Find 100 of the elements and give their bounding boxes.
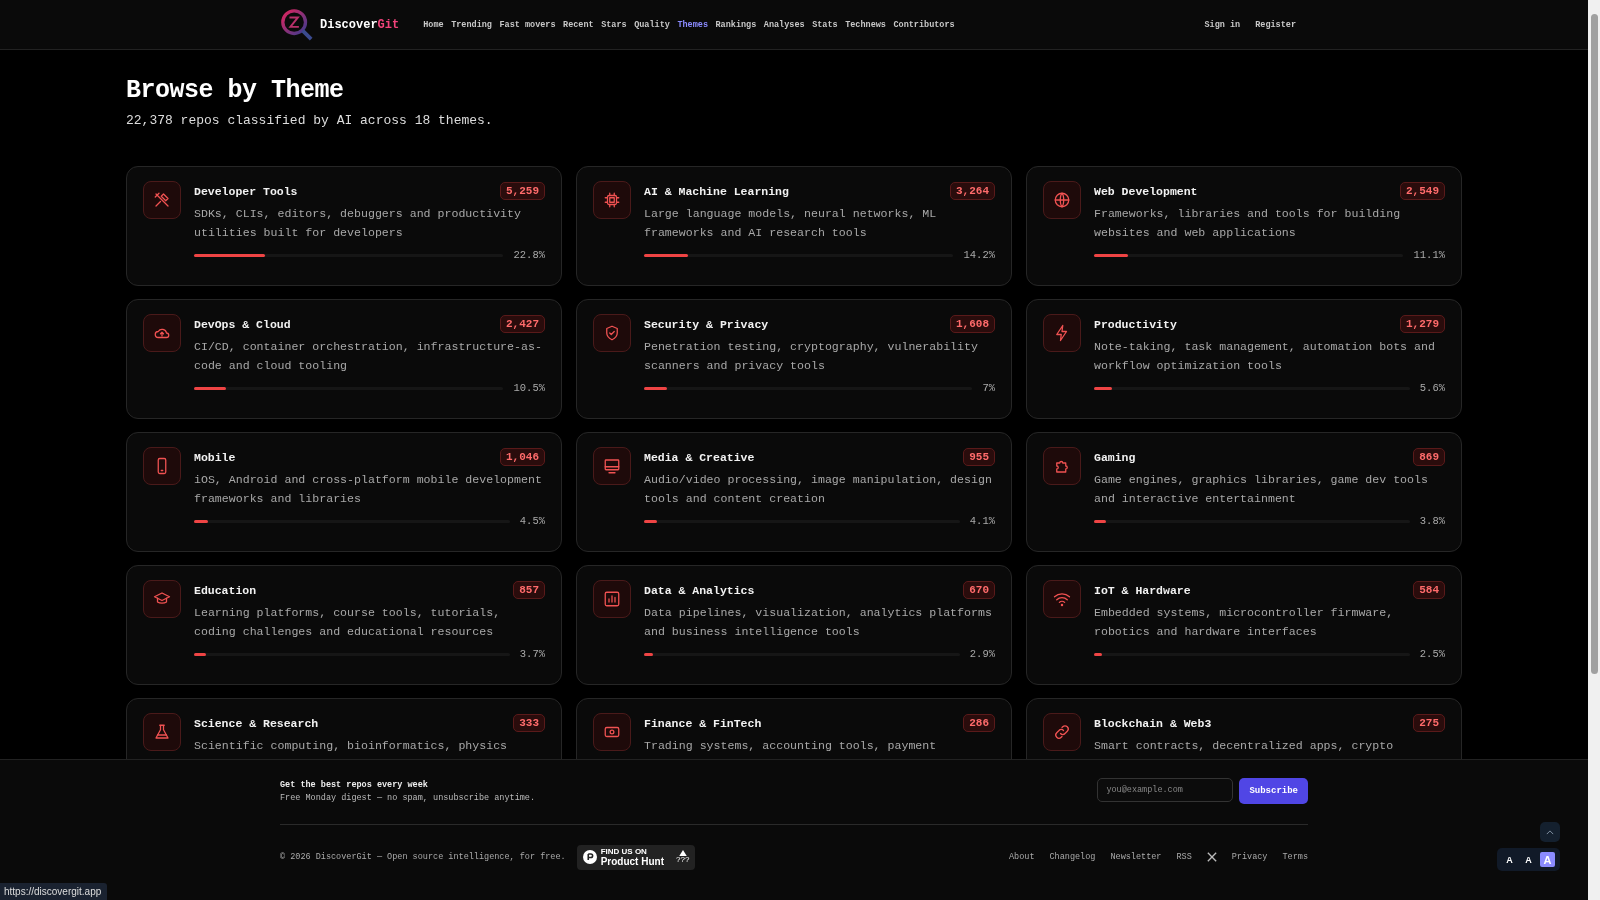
nav-link[interactable]: Rankings [715, 19, 757, 30]
logo-icon [280, 7, 314, 42]
share-percent: 4.1% [969, 515, 995, 527]
badge-name: Product Hunt [600, 856, 664, 867]
subscribe-button[interactable]: Subscribe [1239, 778, 1308, 804]
share-percent: 10.5% [513, 382, 545, 394]
theme-card[interactable]: Security & Privacy 1,608 Penetration testing, cryptography, vulnerability scanners and privacy tools 7% [576, 299, 1012, 419]
theme-card[interactable]: Science & Research 333 Scientific computing, bioinformatics, physics [126, 698, 562, 759]
nav-link[interactable]: Stars [601, 19, 627, 30]
theme-description: Learning platforms, course tools, tutorials, coding challenges and educational resources [194, 605, 502, 640]
nav-link[interactable]: Analyses [763, 19, 805, 30]
footer-link[interactable]: RSS [1176, 852, 1192, 863]
repo-count-badge: 2,549 [1400, 182, 1445, 200]
theme-card[interactable]: Productivity 1,279 Note-taking, task management, automation bots and workflow optimization tools 5.6% [1026, 299, 1462, 419]
theme-description: Frameworks, libraries and tools for building websites and web applications [1094, 206, 1402, 241]
theme-description: Audio/video processing, image manipulation, design tools and content creation [644, 472, 993, 507]
theme-card[interactable]: Education 857 Learning platforms, course tools, tutorials, coding challenges and educational resources 3.7% [126, 565, 562, 685]
nav-link[interactable]: Recent [563, 19, 594, 30]
auth-link[interactable]: Register [1255, 19, 1296, 30]
theme-description: Note-taking, task management, automation bots and workflow optimization tools [1094, 339, 1436, 374]
repo-count-badge: 869 [1413, 448, 1445, 466]
repo-count-badge: 857 [513, 581, 545, 599]
brand-name[interactable]: DiscoverGit [320, 17, 400, 32]
theme-card[interactable]: Developer Tools 5,259 SDKs, CLIs, editors, debuggers and productivity utilities built for developers 22.8% [126, 166, 562, 286]
status-url: https://discovergit.app [0, 883, 108, 900]
nav-link[interactable]: Fast movers [499, 19, 556, 30]
footer-link[interactable]: Changelog [1049, 852, 1096, 863]
theme-name: Developer Tools [194, 184, 298, 198]
product-hunt-badge[interactable]: FIND US ON Product Hunt ??? [576, 845, 696, 870]
font-size-button[interactable]: A [1521, 852, 1536, 867]
theme-card[interactable]: AI & Machine Learning 3,264 Large language models, neural networks, ML frameworks and AI research tools 14.2% [576, 166, 1012, 286]
share-percent: 3.7% [519, 648, 545, 660]
theme-description: Smart contracts, decentralized apps, crypto [1094, 738, 1395, 754]
chip-icon [603, 191, 621, 209]
theme-name: Mobile [194, 450, 236, 464]
footer-link[interactable]: Terms [1282, 852, 1308, 863]
share-percent: 14.2% [963, 249, 995, 261]
x-logo-icon[interactable] [1206, 852, 1217, 863]
font-size-button[interactable]: A [1502, 852, 1517, 867]
nav-link[interactable]: Trending [451, 19, 492, 30]
newsletter-text: Free Monday digest — no spam, unsubscribe anytime. [280, 792, 536, 803]
theme-name: Finance & FinTech [644, 716, 762, 730]
scrollbar-thumb[interactable] [1590, 14, 1598, 674]
theme-card[interactable]: Media & Creative 955 Audio/video processing, image manipulation, design tools and content creation 4.1% [576, 432, 1012, 552]
theme-name: Security & Privacy [644, 317, 769, 331]
flask-icon [153, 723, 171, 741]
product-hunt-logo-icon [582, 850, 597, 865]
theme-name: Web Development [1094, 184, 1198, 198]
nav-link[interactable]: Themes [677, 19, 708, 30]
theme-card[interactable]: Data & Analytics 670 Data pipelines, visualization, analytics platforms and business intelligence tools 2.9% [576, 565, 1012, 685]
theme-card[interactable]: Blockchain & Web3 275 Smart contracts, decentralized apps, crypto [1026, 698, 1462, 759]
vote-count: ??? [676, 856, 690, 865]
theme-description: Trading systems, accounting tools, payment [644, 738, 938, 754]
theme-card[interactable]: Gaming 869 Game engines, graphics libraries, game dev tools and interactive entertainment 3.8% [1026, 432, 1462, 552]
theme-name: Science & Research [194, 716, 319, 730]
back-to-top-button[interactable] [1540, 822, 1560, 842]
theme-card[interactable]: IoT & Hardware 584 Embedded systems, microcontroller firmware, robotics and hardware interfaces 2.5% [1026, 565, 1462, 685]
theme-card[interactable]: DevOps & Cloud 2,427 CI/CD, container orchestration, infrastructure-as-code and cloud tooling 10.5% [126, 299, 562, 419]
share-percent: 11.1% [1413, 249, 1445, 261]
share-percent: 22.8% [513, 249, 545, 261]
auth-link[interactable]: Sign in [1204, 19, 1241, 30]
shield-icon [603, 324, 621, 342]
share-percent: 2.5% [1419, 648, 1445, 660]
footer-link[interactable]: Newsletter [1110, 852, 1162, 863]
share-percent: 3.8% [1419, 515, 1445, 527]
repo-count-badge: 275 [1413, 714, 1445, 732]
repo-count-badge: 333 [513, 714, 545, 732]
theme-name: Media & Creative [644, 450, 755, 464]
repo-count-badge: 1,279 [1400, 315, 1445, 333]
nav-link[interactable]: Contributors [893, 19, 955, 30]
globe-icon [1053, 191, 1071, 209]
footer-link[interactable]: About [1009, 852, 1035, 863]
theme-description: Embedded systems, microcontroller firmware, robotics and hardware interfaces [1094, 605, 1395, 640]
repo-count-badge: 286 [963, 714, 995, 732]
theme-card[interactable]: Web Development 2,549 Frameworks, libraries and tools for building websites and web applications 11.1% [1026, 166, 1462, 286]
theme-name: DevOps & Cloud [194, 317, 291, 331]
theme-name: IoT & Hardware [1094, 583, 1191, 597]
repo-count-badge: 3,264 [950, 182, 995, 200]
upvote-icon [678, 850, 687, 856]
theme-name: Education [194, 583, 257, 597]
email-field[interactable]: you@example.com [1097, 778, 1234, 802]
theme-description: Game engines, graphics libraries, game dev tools and interactive entertainment [1094, 472, 1429, 507]
theme-description: Penetration testing, cryptography, vulnerability scanners and privacy tools [644, 339, 979, 374]
theme-card[interactable]: Mobile 1,046 iOS, Android and cross-platform mobile development frameworks and libraries 4.5% [126, 432, 562, 552]
nav-link[interactable]: Home [423, 19, 444, 30]
share-percent: 5.6% [1419, 382, 1445, 394]
repo-count-badge: 2,427 [500, 315, 545, 333]
theme-name: AI & Machine Learning [644, 184, 789, 198]
nav-link[interactable]: Stats [812, 19, 838, 30]
wifi-icon [1053, 590, 1071, 608]
nav-link[interactable]: Quality [634, 19, 670, 30]
chevron-up-icon [1546, 829, 1554, 835]
theme-card[interactable]: Finance & FinTech 286 Trading systems, accounting tools, payment [576, 698, 1012, 759]
theme-description: Scientific computing, bioinformatics, physics [194, 738, 509, 754]
repo-count-badge: 5,259 [500, 182, 545, 200]
footer-link[interactable]: Privacy [1231, 852, 1268, 863]
scrollbar[interactable] [1588, 0, 1600, 900]
nav-link[interactable]: Technews [845, 19, 886, 30]
theme-name: Blockchain & Web3 [1094, 716, 1212, 730]
repo-count-badge: 955 [963, 448, 995, 466]
